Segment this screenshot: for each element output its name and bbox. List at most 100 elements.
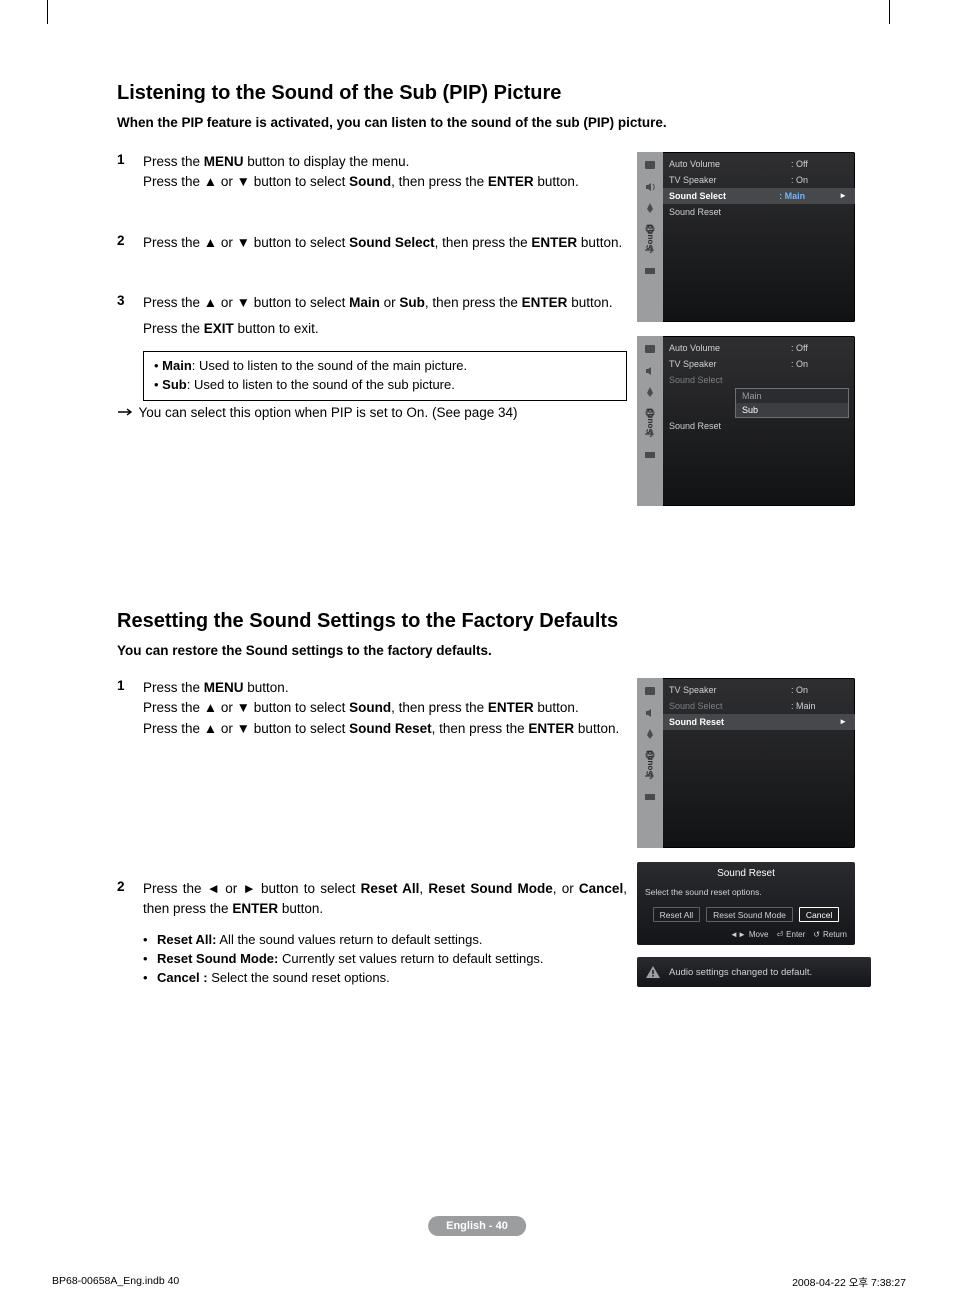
text: , or [553, 881, 579, 896]
osd-tab-label: Sound [646, 224, 655, 250]
step-1: 1 Press the MENU button. Press the ▲ or … [117, 678, 627, 739]
bullet-list: Reset All: All the sound values return t… [143, 931, 627, 988]
osd-row: Auto Volume: Off [663, 340, 855, 356]
bullet-bold: Reset Sound Mode: [157, 951, 278, 966]
text: : Used to listen to the sound of the sub… [187, 377, 455, 392]
text: Return [823, 930, 847, 939]
speaker-icon [643, 180, 657, 194]
text: button. [534, 700, 579, 715]
section-title: Resetting the Sound Settings to the Fact… [117, 610, 864, 633]
footer-meta: BP68-00658A_Eng.indb 40 2008-04-22 오후 7:… [52, 1275, 906, 1290]
step-number: 1 [117, 678, 143, 739]
step-number: 2 [117, 233, 143, 253]
osd-row-label: Auto Volume [669, 340, 791, 356]
move-icon: ◄► [730, 930, 746, 939]
osd-column-2: Sound TV Speaker: OnSound Select: MainSo… [637, 678, 871, 987]
warning-icon [645, 965, 661, 979]
app-icon [643, 448, 657, 462]
osd-row-value [779, 714, 835, 730]
osd-panel: Auto Volume: OffTV Speaker: OnSound Sele… [663, 336, 855, 506]
text: button to display the menu. [244, 154, 410, 169]
osd-menu-2: Sound Auto Volume: OffTV Speaker: OnSoun… [637, 336, 855, 506]
osd-row-value [791, 204, 847, 220]
dialog-legend: ◄►Move ⏎Enter ↺Return [637, 928, 855, 945]
enter-button-word: ENTER [488, 174, 534, 189]
enter-button-word: ENTER [232, 901, 278, 916]
text: Select the sound reset options. [208, 970, 390, 985]
page-badge: English - 40 [428, 1216, 526, 1236]
page-content: Listening to the Sound of the Sub (PIP) … [117, 82, 864, 988]
bullet-bold: Reset All: [157, 932, 216, 947]
osd-tab-label: Sound [646, 408, 655, 434]
text: Move [749, 930, 769, 939]
osd-row: Sound Reset [663, 418, 855, 434]
legend-return: ↺Return [813, 930, 847, 939]
text: , then press the [425, 295, 522, 310]
text: button to exit. [234, 321, 319, 336]
osd-row-value: : Main [779, 188, 835, 204]
osd-row-label: TV Speaker [669, 682, 791, 698]
text: Press the ▲ or ▼ button to select [143, 295, 349, 310]
exit-button-word: EXIT [204, 321, 234, 336]
osd-row-value: : Off [791, 156, 847, 172]
dialog-message: Select the sound reset options. [637, 883, 855, 907]
sub-word: Sub [399, 295, 425, 310]
crop-mark-left [47, 0, 48, 24]
osd-tab-strip: Sound [637, 678, 663, 848]
enter-icon: ⏎ [776, 930, 783, 939]
reset-all-word: Reset All [361, 881, 420, 896]
step-2: 2 Press the ◄ or ► button to select Rese… [117, 879, 627, 920]
osd-row: TV Speaker: On [663, 356, 855, 372]
picture-icon [643, 343, 657, 357]
bullet-dot: • [154, 377, 162, 392]
step-number: 2 [117, 879, 143, 920]
step-body: Press the MENU button. Press the ▲ or ▼ … [143, 678, 619, 739]
section-2: Resetting the Sound Settings to the Fact… [117, 610, 864, 988]
cancel-word: Cancel [579, 881, 623, 896]
text: , then press the [432, 721, 529, 736]
section-lede: When the PIP feature is activated, you c… [117, 115, 864, 130]
osd-dropdown-option: Sub [736, 403, 848, 417]
text: Enter [786, 930, 805, 939]
text: : Used to listen to the sound of the mai… [192, 358, 467, 373]
dialog-title: Sound Reset [637, 862, 855, 883]
sound-reset-dialog: Sound Reset Select the sound reset optio… [637, 862, 855, 945]
return-icon: ↺ [813, 930, 820, 939]
step-body: Press the ▲ or ▼ button to select Main o… [143, 293, 612, 340]
adjust-icon [643, 727, 657, 741]
dialog-buttons: Reset AllReset Sound ModeCancel [637, 907, 855, 928]
enter-button-word: ENTER [531, 235, 577, 250]
step-body: Press the MENU button to display the men… [143, 152, 579, 193]
app-icon [643, 790, 657, 804]
step-row-1: 1 Press the MENU button to display the m… [117, 152, 864, 520]
speaker-icon [643, 706, 657, 720]
step-body: Press the ▲ or ▼ button to select Sound … [143, 233, 622, 253]
osd-row: TV Speaker: On [663, 172, 855, 188]
adjust-icon [643, 385, 657, 399]
footer-timestamp: 2008-04-22 오후 7:38:27 [792, 1275, 906, 1290]
enter-button-word: ENTER [528, 721, 574, 736]
osd-row-label: TV Speaker [669, 172, 791, 188]
osd-tab-label: Sound [646, 750, 655, 776]
text: , then press the [391, 174, 488, 189]
text: button. [567, 295, 612, 310]
osd-row-label: TV Speaker [669, 356, 791, 372]
step-number: 3 [117, 293, 143, 340]
osd-row-value [791, 418, 847, 434]
sound-word: Sound [349, 174, 391, 189]
osd-row-value: : Off [791, 340, 847, 356]
text: Currently set values return to default s… [278, 951, 543, 966]
adjust-icon [643, 201, 657, 215]
toast-audio-default: Audio settings changed to default. [637, 957, 871, 987]
bullet-dot: • [154, 358, 162, 373]
text: button. [574, 721, 619, 736]
osd-row: Sound Reset► [663, 714, 855, 730]
step-body: Press the ◄ or ► button to select Reset … [143, 879, 627, 920]
osd-row: Sound Select [663, 372, 855, 388]
picture-icon [643, 159, 657, 173]
osd-row-value: : Main [791, 698, 847, 714]
osd-row: TV Speaker: On [663, 682, 855, 698]
section-title: Listening to the Sound of the Sub (PIP) … [117, 82, 864, 105]
text: button. [534, 174, 579, 189]
picture-icon [643, 685, 657, 699]
